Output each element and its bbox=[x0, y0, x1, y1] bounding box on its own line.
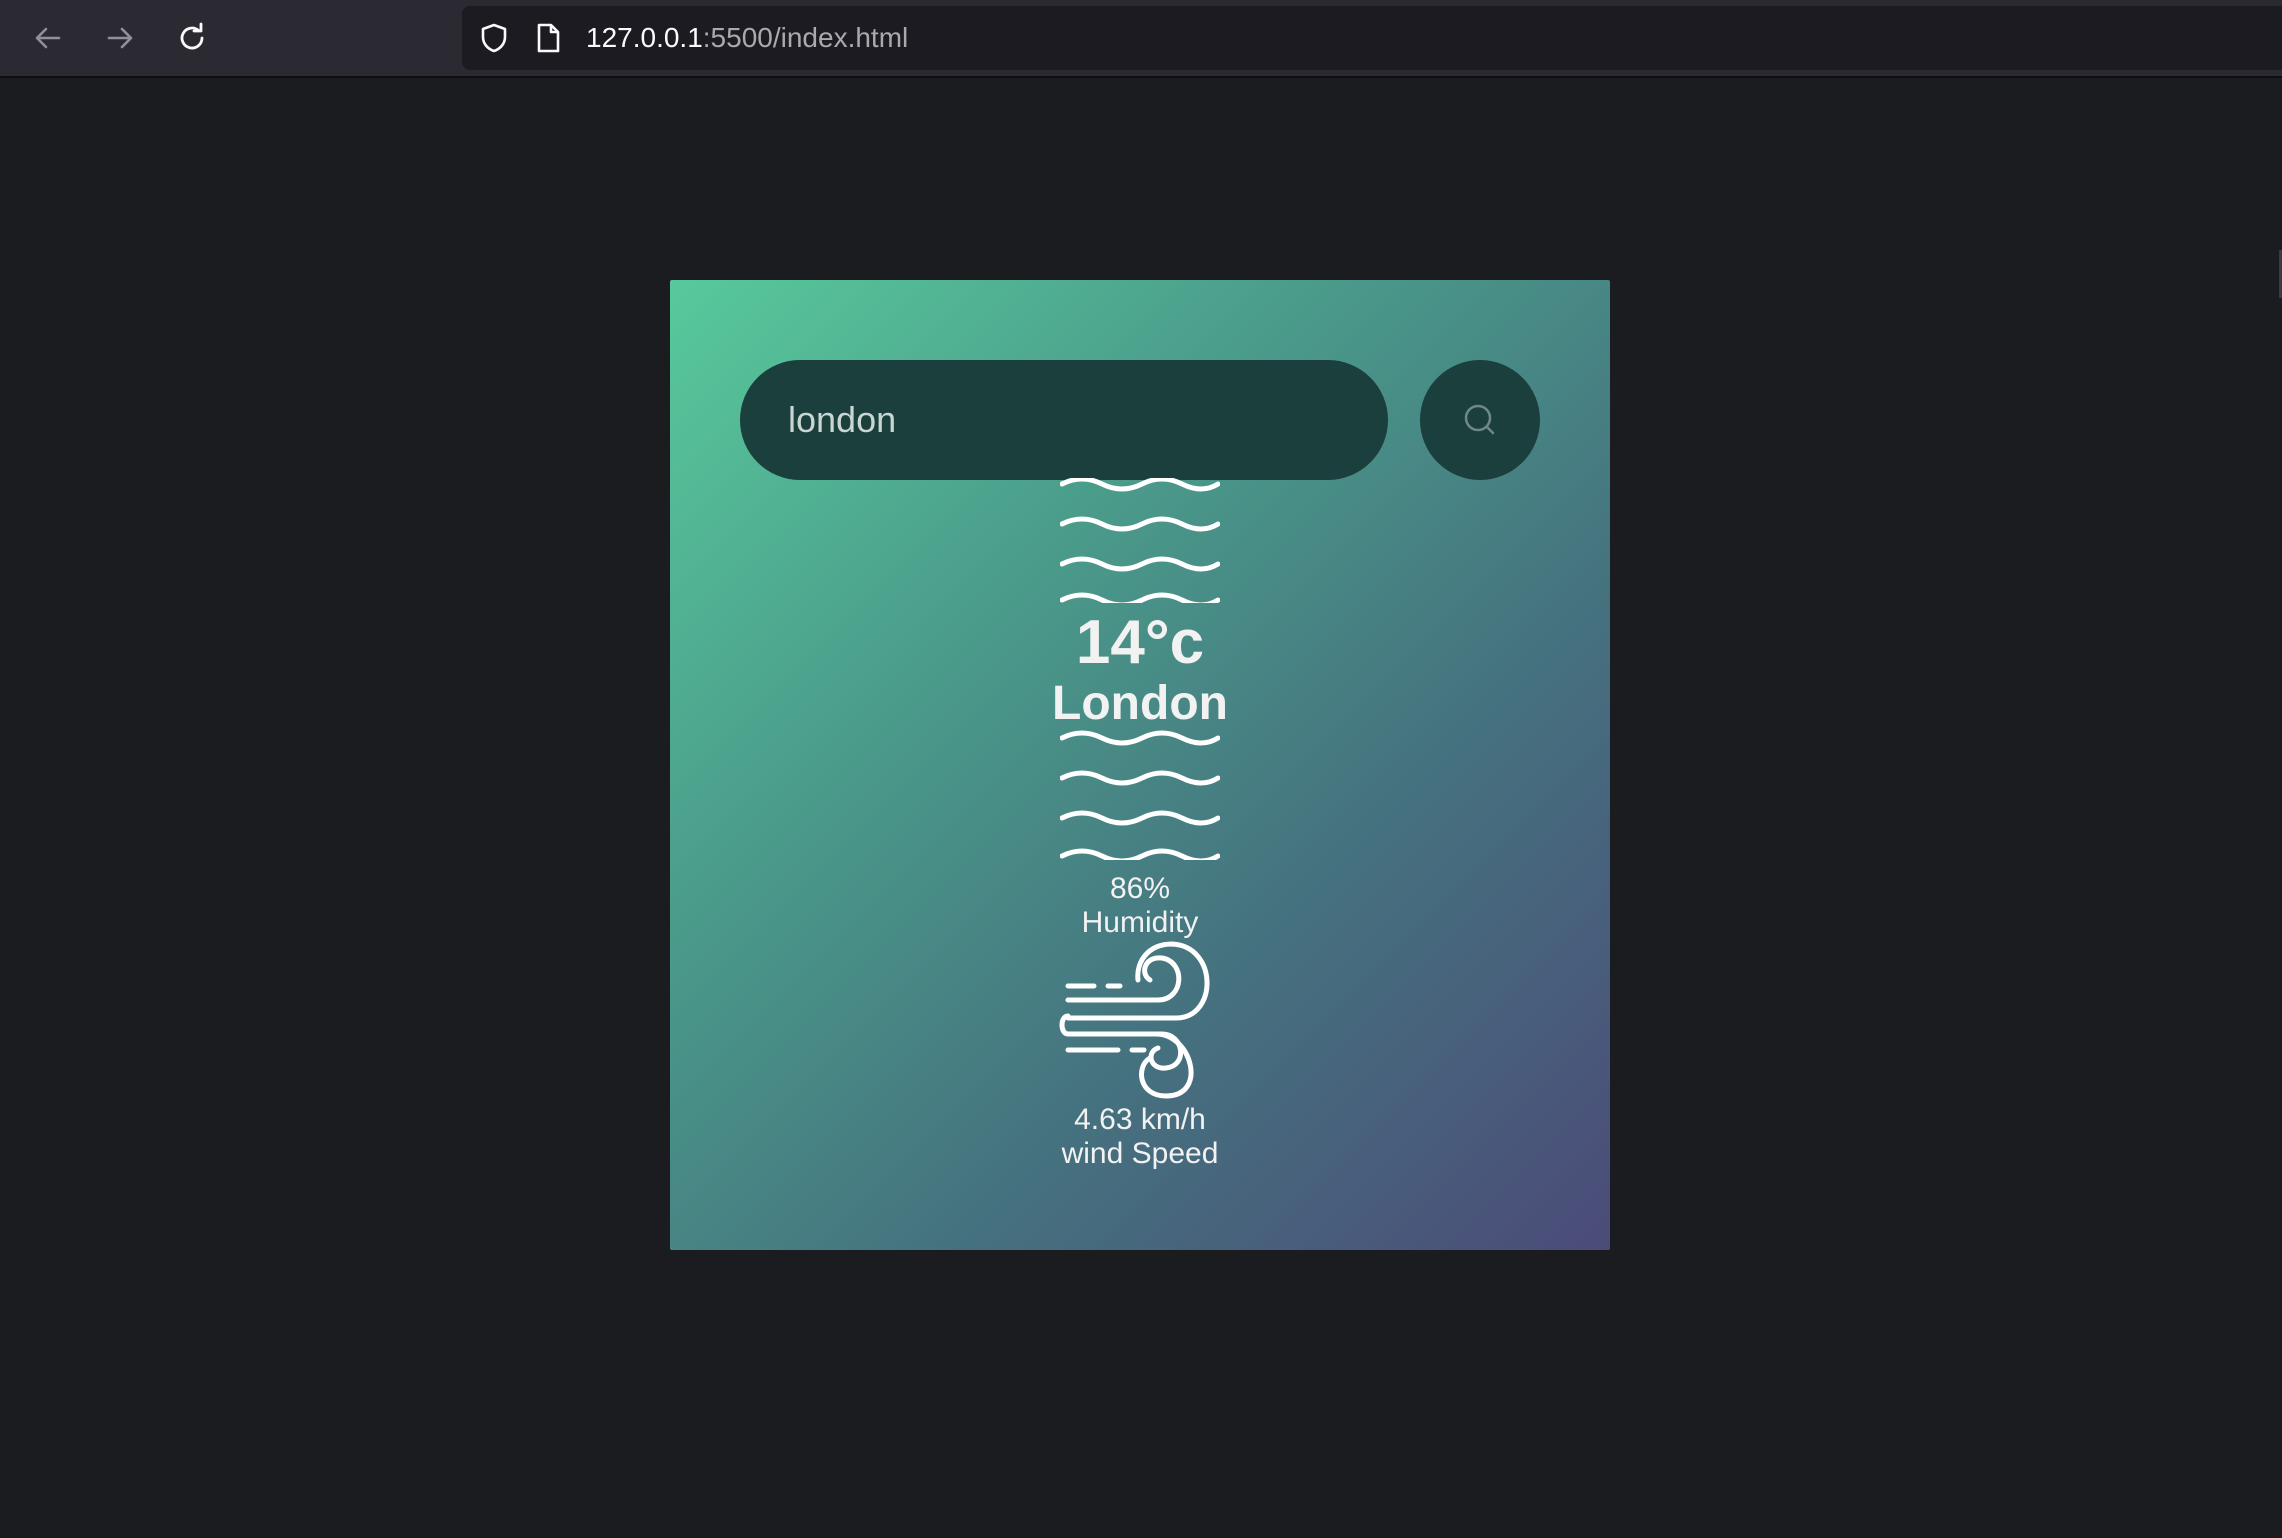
mist-icon-top bbox=[1060, 478, 1220, 603]
back-button[interactable] bbox=[24, 14, 72, 62]
reload-button[interactable] bbox=[168, 14, 216, 62]
wind-speed-value: 4.63 km/h bbox=[1074, 1103, 1206, 1136]
arrow-left-icon bbox=[35, 27, 61, 49]
reload-icon bbox=[180, 22, 204, 50]
url-host: 127.0.0.1 bbox=[586, 22, 703, 53]
forward-button[interactable] bbox=[96, 14, 144, 62]
search-icon bbox=[1464, 404, 1495, 435]
temperature: 14°c bbox=[1075, 608, 1205, 677]
city-name: London bbox=[1052, 677, 1228, 730]
page-icon[interactable] bbox=[534, 22, 562, 54]
browser-toolbar: 127.0.0.1:5500/index.html bbox=[0, 0, 2282, 78]
search-box bbox=[740, 360, 1388, 480]
address-bar[interactable]: 127.0.0.1:5500/index.html bbox=[462, 6, 2282, 70]
humidity-value: 86% bbox=[1109, 872, 1171, 905]
search-button[interactable] bbox=[1420, 360, 1540, 480]
arrow-right-icon bbox=[107, 27, 133, 49]
search-input[interactable] bbox=[788, 399, 1348, 441]
url-path: :5500/index.html bbox=[702, 22, 909, 53]
shield-icon[interactable] bbox=[479, 22, 509, 54]
wind-icon bbox=[1059, 941, 1210, 1099]
weather-card: 14°c London 86% Humidity 4.63 km/h wind … bbox=[670, 280, 1610, 1250]
wind-speed-label: wind Speed bbox=[1061, 1137, 1219, 1170]
url-text[interactable]: 127.0.0.1:5500/index.html bbox=[586, 6, 908, 70]
humidity-label: Humidity bbox=[1081, 906, 1199, 939]
mist-icon bbox=[1060, 730, 1220, 860]
